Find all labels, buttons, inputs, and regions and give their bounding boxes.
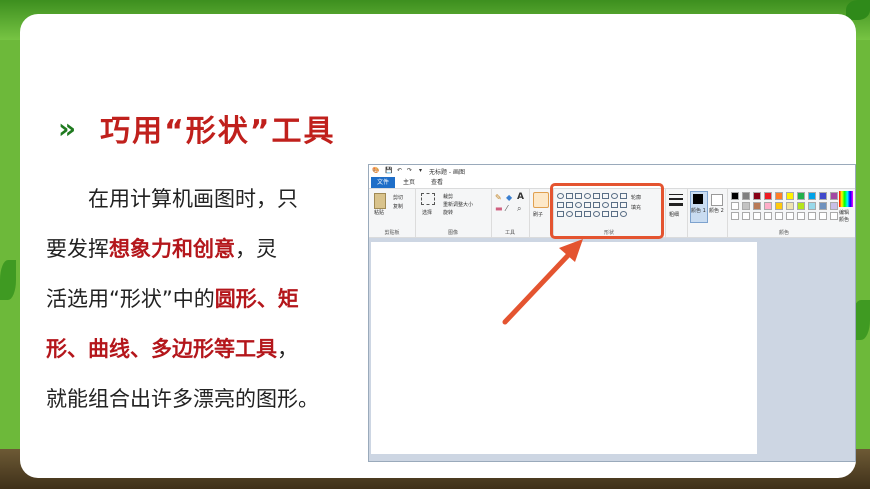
callout-arrow — [502, 239, 583, 325]
arrow-shaft — [502, 245, 578, 325]
